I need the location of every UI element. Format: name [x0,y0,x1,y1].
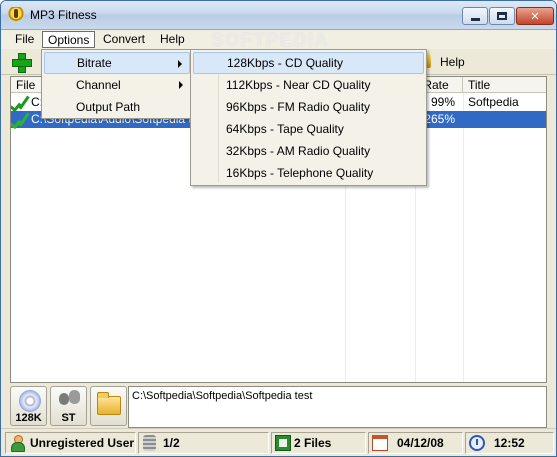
channel-button[interactable]: ST [50,386,87,426]
check-icon[interactable] [14,95,28,109]
title-bar[interactable]: MP3 Fitness ✕ [1,1,556,30]
calendar-icon [372,435,388,451]
close-button[interactable]: ✕ [516,7,554,25]
app-window: MP3 Fitness ✕ File Options Convert Help … [0,0,557,457]
column-header-title[interactable]: Title [463,77,546,93]
status-page-panel: 1/2 [138,432,269,454]
maximize-button[interactable] [489,7,515,25]
check-icon[interactable] [14,112,28,126]
channel-button-label: ST [61,412,76,424]
help-toolbar-button[interactable]: Help [440,55,465,69]
menu-item-label: Output Path [76,100,141,114]
menu-item-label: Bitrate [77,56,112,70]
submenu-arrow-icon [178,60,182,68]
bitrate-button[interactable]: 128K [10,386,47,426]
submenu-item-112kbps[interactable]: 112Kbps - Near CD Quality [193,74,424,96]
maximize-icon [497,12,507,20]
menu-item-channel[interactable]: Channel [44,74,190,96]
submenu-item-64kbps[interactable]: 64Kbps - Tape Quality [193,118,424,140]
bitrate-button-label: 128K [15,412,42,424]
submenu-item-128kbps[interactable]: 128Kbps - CD Quality [193,52,424,74]
menu-options[interactable]: Options [42,31,96,48]
submenu-item-96kbps[interactable]: 96Kbps - FM Radio Quality [193,96,424,118]
add-file-icon[interactable] [11,52,32,73]
column-divider [463,93,464,382]
app-icon[interactable] [8,7,24,23]
submenu-item-32kbps[interactable]: 32Kbps - AM Radio Quality [193,140,424,162]
speaker-icon [59,393,69,405]
menu-item-output-path[interactable]: Output Path [44,96,190,118]
status-page: 1/2 [163,436,180,450]
browse-folder-button[interactable] [90,386,127,426]
pages-icon [143,435,156,451]
options-dropdown: Bitrate Channel Output Path [41,49,193,119]
submenu-arrow-icon [179,81,183,89]
menu-convert[interactable]: Convert [98,31,150,48]
title-cell [463,111,546,128]
cd-icon [19,390,41,412]
close-icon: ✕ [530,10,540,23]
files-icon [275,435,291,451]
submenu-item-16kbps[interactable]: 16Kbps - Telephone Quality [193,162,424,184]
title-cell: Softpedia [468,95,519,109]
status-bar: Unregistered User 1/2 2 Files 04/12/08 1… [1,428,556,456]
bottom-panel: 128K ST C:\Softpedia\Softpedia\Softpedia… [10,386,547,428]
status-date: 04/12/08 [397,436,444,450]
minimize-button[interactable] [462,7,488,25]
folder-icon [97,392,121,415]
status-files-panel: 2 Files [271,432,366,454]
speaker-icon [69,390,80,404]
status-user-panel: Unregistered User [5,432,136,454]
user-icon [10,435,25,452]
status-time: 12:52 [494,436,525,450]
menu-item-label: Channel [76,78,121,92]
clock-icon [469,435,485,451]
window-title: MP3 Fitness [30,8,97,22]
menu-item-bitrate[interactable]: Bitrate [44,52,190,74]
menu-file[interactable]: File [10,31,39,48]
minimize-icon [470,17,480,21]
status-time-panel: 12:52 [465,432,554,454]
status-user: Unregistered User [30,436,135,450]
menu-help[interactable]: Help [155,31,190,48]
status-date-panel: 04/12/08 [368,432,463,454]
bitrate-submenu: 128Kbps - CD Quality 112Kbps - Near CD Q… [190,49,427,186]
status-files: 2 Files [294,436,332,450]
output-path-field[interactable]: C:\Softpedia\Softpedia\Softpedia test [128,386,547,428]
